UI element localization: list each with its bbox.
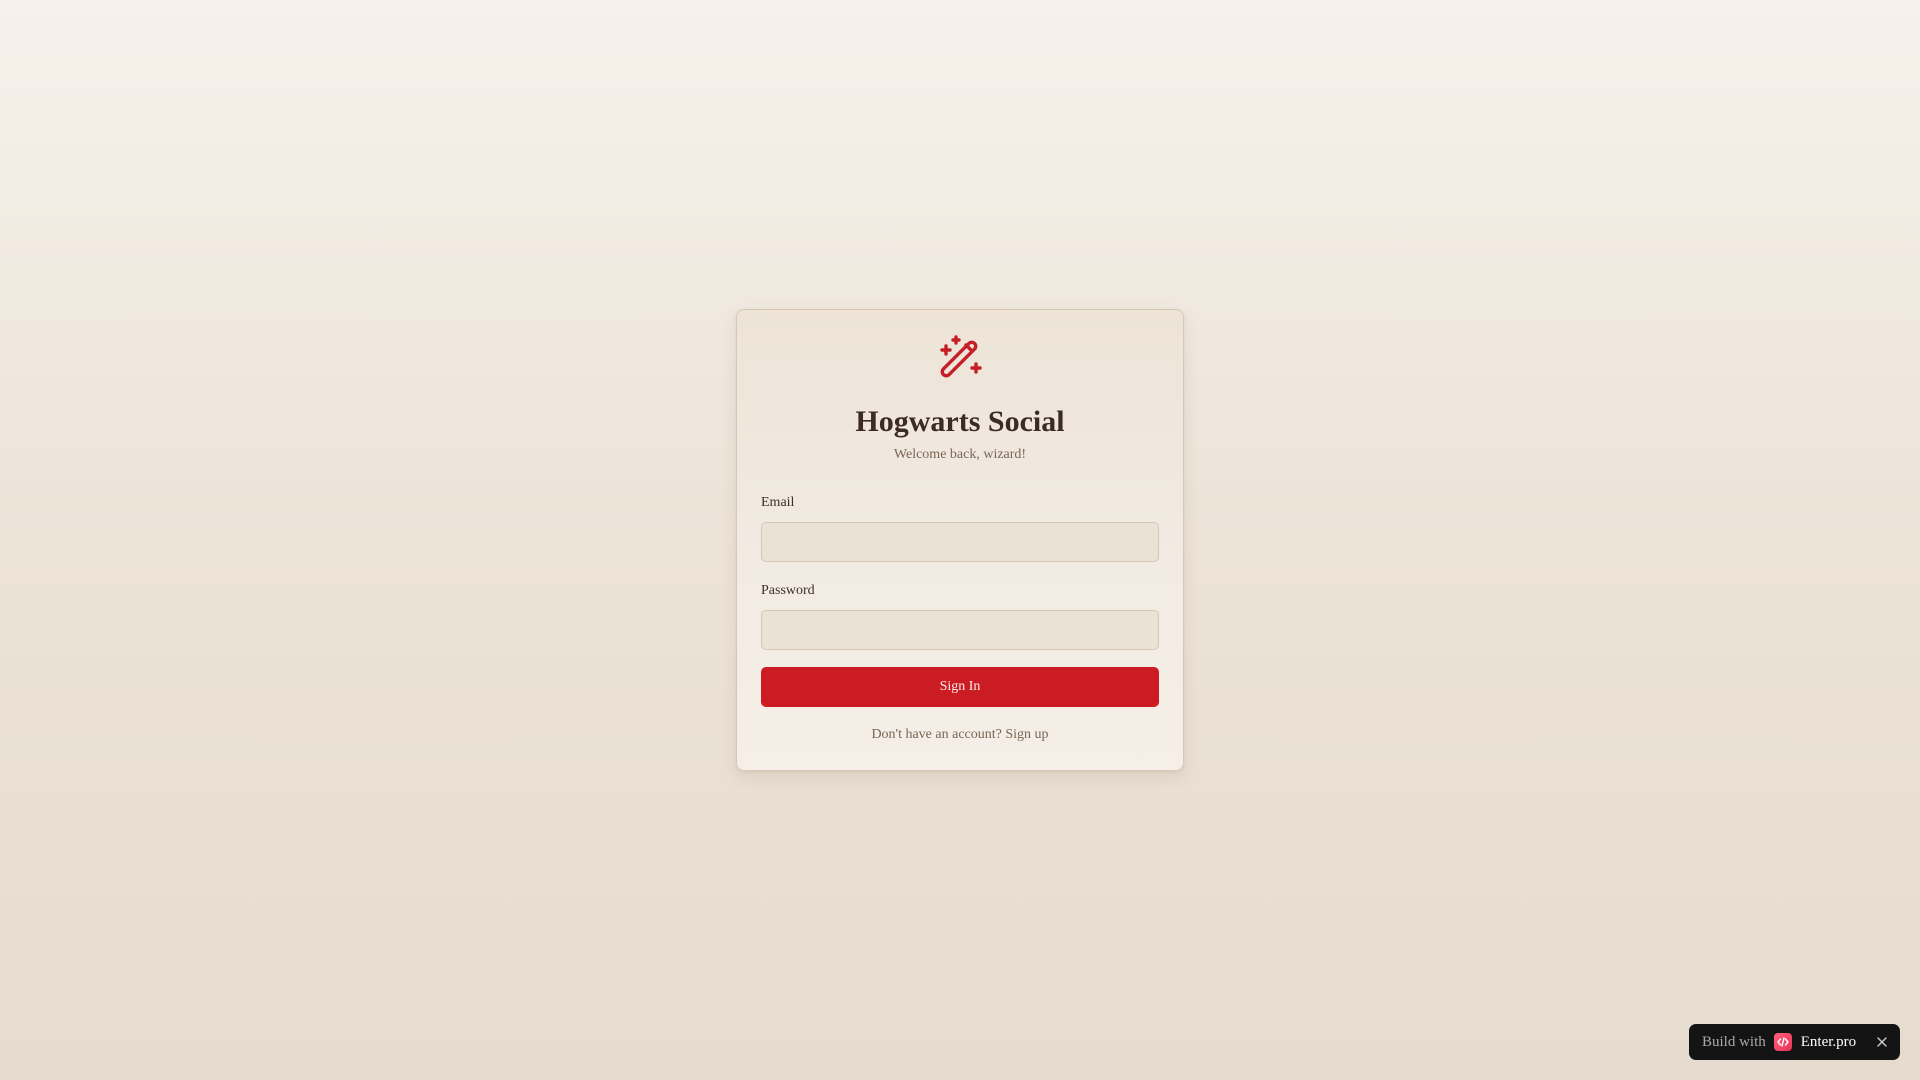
- app-title: Hogwarts Social: [855, 405, 1065, 438]
- email-label: Email: [761, 495, 795, 510]
- sign-in-button[interactable]: Sign In: [761, 667, 1159, 707]
- signup-prompt-text: Don't have an account?: [871, 727, 1002, 742]
- build-with-badge[interactable]: Build with Enter.pro: [1689, 1024, 1900, 1060]
- signup-link[interactable]: Sign up: [1005, 727, 1048, 742]
- magic-wand-icon: [937, 334, 985, 382]
- badge-prefix: Build with: [1702, 1033, 1766, 1050]
- close-icon[interactable]: [1874, 1034, 1890, 1050]
- password-field[interactable]: [761, 610, 1159, 650]
- code-brand-icon: [1773, 1033, 1792, 1051]
- password-label: Password: [761, 583, 815, 598]
- signup-prompt: Don't have an account? Sign up: [737, 727, 1183, 743]
- login-card: Hogwarts Social Welcome back, wizard! Em…: [736, 309, 1184, 771]
- app-subtitle: Welcome back, wizard!: [893, 447, 1027, 462]
- email-field[interactable]: [761, 522, 1159, 562]
- badge-brand: Enter.pro: [1800, 1033, 1857, 1050]
